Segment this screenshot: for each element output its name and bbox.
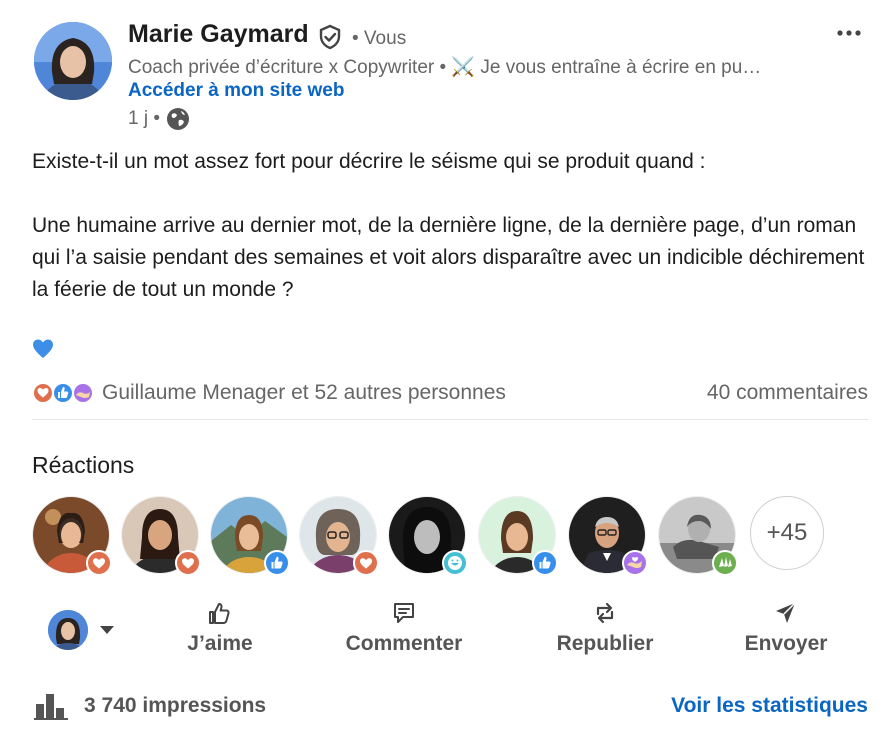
send-button[interactable]: Envoyer xyxy=(742,600,830,660)
impressions-count: 3 740 impressions xyxy=(84,694,267,717)
blue-heart-icon xyxy=(33,339,53,358)
more-horizontal-icon[interactable] xyxy=(832,16,866,50)
actor-switcher[interactable] xyxy=(48,610,118,652)
comment-label: Commenter xyxy=(345,632,463,655)
view-stats-link[interactable]: Voir les statistiques xyxy=(671,694,868,718)
globe-icon xyxy=(167,108,189,130)
celebrate-reaction-icon xyxy=(712,550,738,576)
divider xyxy=(32,419,868,420)
post-time: 1 j • xyxy=(128,108,160,129)
you-label: • Vous xyxy=(352,28,407,49)
comment-button[interactable]: Commenter xyxy=(340,600,468,660)
analytics-bar-icon xyxy=(34,694,68,720)
post-paragraph: Existe-t-il un mot assez fort pour décri… xyxy=(32,150,706,173)
reaction-summary-icons[interactable] xyxy=(32,381,96,405)
love-reaction-icon xyxy=(353,550,379,576)
repost-button[interactable]: Republier xyxy=(552,600,658,660)
reactor-avatar[interactable] xyxy=(210,496,290,576)
author-name[interactable]: Marie Gaymard xyxy=(128,20,309,49)
author-headline: Coach privée d’écriture x Copywriter • ⚔… xyxy=(128,57,762,78)
more-reactors-button[interactable]: +45 xyxy=(750,496,824,570)
reactor-avatar[interactable] xyxy=(388,496,468,576)
repost-label: Republier xyxy=(556,632,654,655)
like-button[interactable]: J’aime xyxy=(180,600,260,660)
reactor-avatar[interactable] xyxy=(568,496,648,576)
like-label: J’aime xyxy=(187,632,253,655)
actor-avatar xyxy=(48,610,88,650)
send-label: Envoyer xyxy=(744,632,828,655)
reactors-summary[interactable]: Guillaume Menager et 52 autres personnes xyxy=(102,381,506,405)
funny-reaction-icon xyxy=(442,550,468,576)
support-reaction-icon xyxy=(622,550,648,576)
reactor-avatar[interactable] xyxy=(121,496,201,576)
comment-icon xyxy=(394,603,414,623)
author-avatar[interactable] xyxy=(34,22,112,100)
love-reaction-icon xyxy=(86,550,112,576)
post-paragraph: Une humaine arrive au dernier mot, de la… xyxy=(32,214,865,301)
comments-count[interactable]: 40 commentaires xyxy=(707,381,868,405)
love-reaction-icon xyxy=(175,550,201,576)
repost-icon xyxy=(596,602,614,624)
reactor-avatar[interactable] xyxy=(32,496,112,576)
like-reaction-icon xyxy=(264,550,290,576)
reactor-avatar[interactable] xyxy=(299,496,379,576)
website-link[interactable]: Accéder à mon site web xyxy=(128,80,344,102)
like-reaction-icon xyxy=(532,550,558,576)
send-icon xyxy=(776,602,796,623)
verified-shield-icon xyxy=(319,24,341,50)
reactions-heading: Réactions xyxy=(32,452,135,478)
post-body: Existe-t-il un mot assez fort pour décri… xyxy=(32,146,872,306)
post-card: Marie Gaymard • Vous Coach privée d’écri… xyxy=(0,0,884,744)
chevron-down-icon xyxy=(100,626,114,634)
reactor-avatar[interactable] xyxy=(658,496,738,576)
thumbs-up-icon xyxy=(209,603,230,624)
reactor-avatar[interactable] xyxy=(478,496,558,576)
